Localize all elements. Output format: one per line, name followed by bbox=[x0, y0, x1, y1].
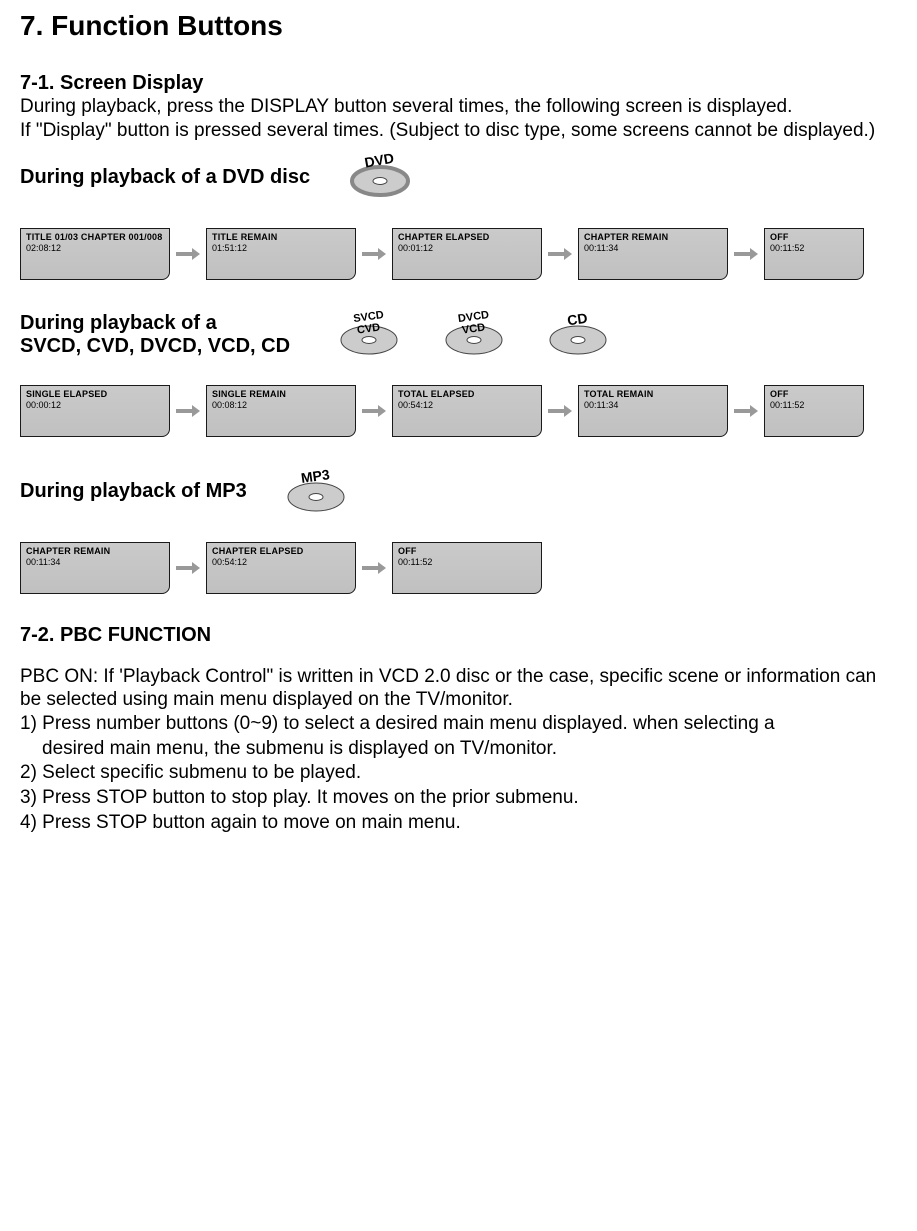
flow-box: OFF 00:11:52 bbox=[764, 228, 864, 280]
flow-box-title: CHAPTER ELAPSED bbox=[398, 232, 536, 242]
arrow-icon bbox=[360, 401, 388, 421]
arrow-icon bbox=[546, 401, 574, 421]
svg-text:CD: CD bbox=[567, 310, 589, 328]
flow-box: TITLE 01/03 CHAPTER 001/008 02:08:12 bbox=[20, 228, 170, 280]
flow-box-time: 00:08:12 bbox=[212, 400, 350, 410]
svcd-flow-row: SINGLE ELAPSED 00:00:12 SINGLE REMAIN 00… bbox=[20, 385, 897, 437]
flow-box-time: 00:01:12 bbox=[398, 243, 536, 253]
flow-box-time: 00:11:34 bbox=[26, 557, 164, 567]
section-7-1-para1: During playback, press the DISPLAY butto… bbox=[20, 95, 897, 119]
flow-box-title: CHAPTER REMAIN bbox=[26, 546, 164, 556]
mp3-disc-icon: MP3 bbox=[281, 467, 351, 517]
svcd-playback-label-1: During playback of a bbox=[20, 312, 290, 335]
flow-box-time: 00:11:34 bbox=[584, 243, 722, 253]
pbc-step-4: 4) Press STOP button again to move on ma… bbox=[20, 811, 897, 836]
flow-box-title: SINGLE REMAIN bbox=[212, 389, 350, 399]
flow-box: CHAPTER ELAPSED 00:01:12 bbox=[392, 228, 542, 280]
flow-box-title: OFF bbox=[770, 232, 858, 242]
flow-box-time: 00:11:52 bbox=[398, 557, 536, 567]
arrow-icon bbox=[174, 558, 202, 578]
arrow-icon bbox=[360, 244, 388, 264]
flow-box-title: CHAPTER ELAPSED bbox=[212, 546, 350, 556]
pbc-step-2: 2) Select specific submenu to be played. bbox=[20, 761, 897, 786]
flow-box-title: CHAPTER REMAIN bbox=[584, 232, 722, 242]
arrow-icon bbox=[360, 558, 388, 578]
dvd-flow-row: TITLE 01/03 CHAPTER 001/008 02:08:12 TIT… bbox=[20, 228, 897, 280]
dvcd-disc-icon: DVCD VCD bbox=[439, 310, 509, 360]
mp3-flow-row: CHAPTER REMAIN 00:11:34 CHAPTER ELAPSED … bbox=[20, 542, 897, 594]
flow-box-title: TOTAL REMAIN bbox=[584, 389, 722, 399]
svg-text:MP3: MP3 bbox=[300, 467, 331, 486]
flow-box-title: SINGLE ELAPSED bbox=[26, 389, 164, 399]
arrow-icon bbox=[732, 401, 760, 421]
pbc-step-1b: desired main menu, the submenu is displa… bbox=[20, 737, 897, 762]
page-title: 7. Function Buttons bbox=[20, 10, 897, 42]
arrow-icon bbox=[174, 244, 202, 264]
flow-box: SINGLE REMAIN 00:08:12 bbox=[206, 385, 356, 437]
flow-box: CHAPTER ELAPSED 00:54:12 bbox=[206, 542, 356, 594]
dvd-disc-icon: DVD bbox=[345, 153, 415, 203]
flow-box-time: 01:51:12 bbox=[212, 243, 350, 253]
flow-box-time: 00:00:12 bbox=[26, 400, 164, 410]
flow-box-time: 00:54:12 bbox=[398, 400, 536, 410]
flow-box: TOTAL ELAPSED 00:54:12 bbox=[392, 385, 542, 437]
flow-box-title: TITLE 01/03 CHAPTER 001/008 bbox=[26, 232, 164, 242]
arrow-icon bbox=[546, 244, 574, 264]
flow-box-title: TITLE REMAIN bbox=[212, 232, 350, 242]
svcd-playback-label-2: SVCD, CVD, DVCD, VCD, CD bbox=[20, 335, 290, 358]
flow-box-time: 00:11:52 bbox=[770, 243, 858, 253]
section-7-1-heading: 7-1. Screen Display bbox=[20, 72, 897, 95]
flow-box: OFF 00:11:52 bbox=[392, 542, 542, 594]
section-7-2-heading: 7-2. PBC FUNCTION bbox=[20, 624, 897, 647]
flow-box: CHAPTER REMAIN 00:11:34 bbox=[578, 228, 728, 280]
flow-box-title: TOTAL ELAPSED bbox=[398, 389, 536, 399]
svcd-disc-icon: SVCD CVD bbox=[334, 310, 404, 360]
arrow-icon bbox=[174, 401, 202, 421]
flow-box: CHAPTER REMAIN 00:11:34 bbox=[20, 542, 170, 594]
pbc-intro: PBC ON: If 'Playback Control" is written… bbox=[20, 665, 897, 713]
flow-box: SINGLE ELAPSED 00:00:12 bbox=[20, 385, 170, 437]
cd-disc-icon: CD bbox=[543, 310, 613, 360]
flow-box-time: 00:11:52 bbox=[770, 400, 858, 410]
flow-box: OFF 00:11:52 bbox=[764, 385, 864, 437]
flow-box: TITLE REMAIN 01:51:12 bbox=[206, 228, 356, 280]
arrow-icon bbox=[732, 244, 760, 264]
flow-box-title: OFF bbox=[770, 389, 858, 399]
pbc-step-1a: 1) Press number buttons (0~9) to select … bbox=[20, 712, 897, 737]
mp3-playback-label: During playback of MP3 bbox=[20, 480, 247, 503]
flow-box-title: OFF bbox=[398, 546, 536, 556]
flow-box: TOTAL REMAIN 00:11:34 bbox=[578, 385, 728, 437]
flow-box-time: 02:08:12 bbox=[26, 243, 164, 253]
flow-box-time: 00:54:12 bbox=[212, 557, 350, 567]
section-7-1-para2: If "Display" button is pressed several t… bbox=[20, 119, 897, 143]
flow-box-time: 00:11:34 bbox=[584, 400, 722, 410]
dvd-playback-label: During playback of a DVD disc bbox=[20, 166, 310, 189]
pbc-step-3: 3) Press STOP button to stop play. It mo… bbox=[20, 786, 897, 811]
